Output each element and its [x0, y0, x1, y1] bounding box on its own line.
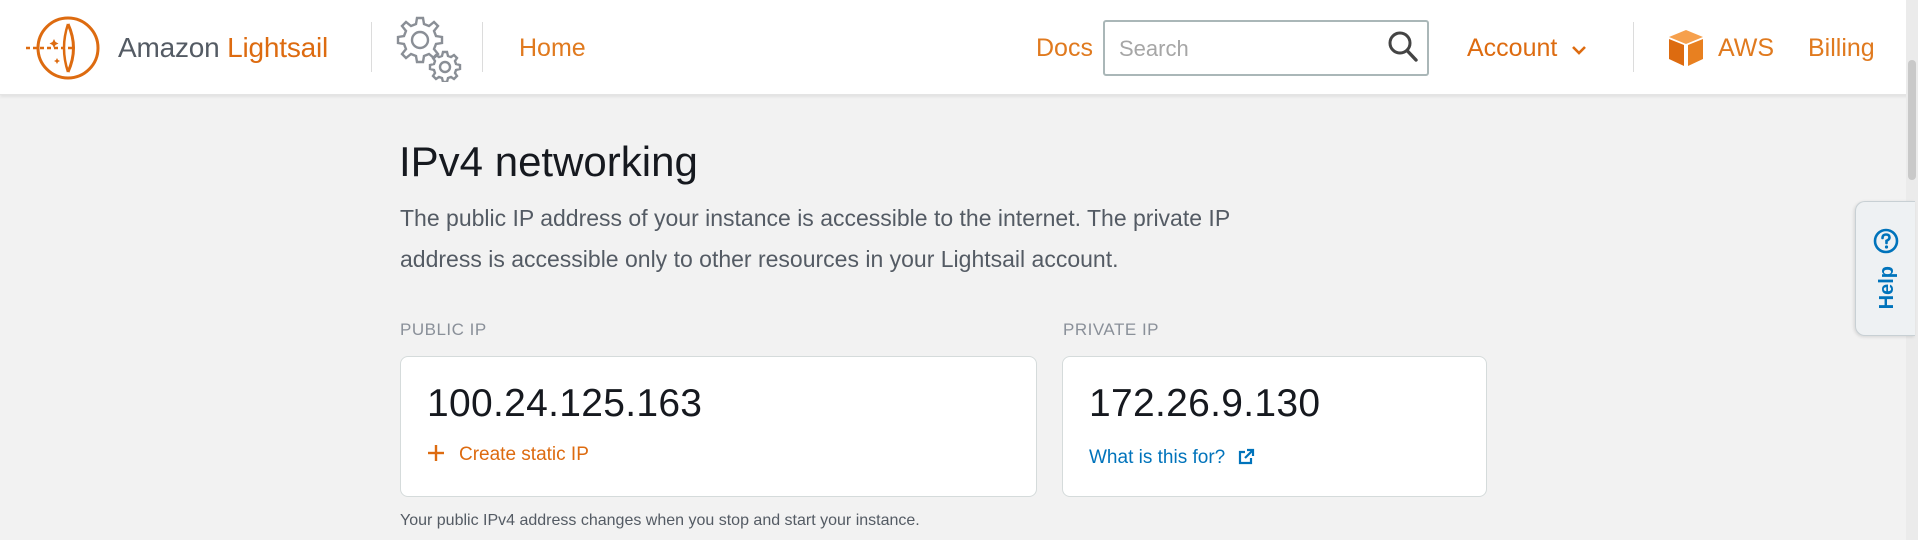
- page-title: IPv4 networking: [399, 138, 698, 185]
- public-ip-card: 100.24.125.163 Create static IP: [400, 356, 1037, 497]
- private-ip-address: 172.26.9.130: [1089, 382, 1321, 425]
- question-circle-icon: [1873, 228, 1899, 254]
- private-ip-label: PRIVATE IP: [1063, 320, 1160, 339]
- what-is-this-for-link[interactable]: What is this for?: [1089, 447, 1255, 469]
- aws-label: AWS: [1718, 34, 1775, 62]
- brand-product: Lightsail: [227, 32, 329, 63]
- scrollbar-thumb[interactable]: [1908, 60, 1916, 180]
- aws-console-link[interactable]: AWS: [1667, 28, 1782, 68]
- create-static-ip-label: Create static IP: [459, 444, 589, 465]
- plus-icon: [428, 445, 444, 461]
- nav-home-link[interactable]: Home: [519, 34, 586, 63]
- help-panel-tab[interactable]: Help: [1855, 201, 1915, 336]
- public-ip-address: 100.24.125.163: [427, 382, 703, 425]
- search-input[interactable]: [1117, 32, 1371, 66]
- nav-divider: [1633, 22, 1634, 72]
- brand-prefix: Amazon: [118, 32, 220, 63]
- lightsail-logo-icon[interactable]: [24, 13, 104, 83]
- top-nav-bar: Amazon Lightsail Home Docs Account: [0, 0, 1918, 95]
- nav-billing-link[interactable]: Billing: [1808, 34, 1875, 63]
- help-label: Help: [1876, 266, 1898, 310]
- create-static-ip-link[interactable]: Create static IP: [425, 443, 589, 466]
- nav-docs-link[interactable]: Docs: [1036, 34, 1093, 63]
- private-ip-card: 172.26.9.130 What is this for?: [1062, 356, 1487, 497]
- chevron-down-icon: [1572, 46, 1586, 55]
- what-is-this-for-label: What is this for?: [1089, 447, 1226, 468]
- nav-divider: [371, 22, 372, 72]
- public-ip-label: PUBLIC IP: [400, 320, 487, 339]
- public-ip-footnote: Your public IPv4 address changes when yo…: [400, 512, 920, 529]
- gear-icon[interactable]: [392, 12, 464, 82]
- search-box[interactable]: [1103, 20, 1429, 76]
- account-label: Account: [1467, 34, 1558, 62]
- section-description: The public IP address of your instance i…: [400, 205, 1230, 272]
- account-menu[interactable]: Account: [1467, 34, 1586, 63]
- aws-box-icon: [1669, 30, 1703, 66]
- brand-name[interactable]: Amazon Lightsail: [118, 32, 328, 64]
- search-icon[interactable]: [1387, 30, 1419, 64]
- external-link-icon: [1238, 448, 1254, 465]
- nav-divider: [482, 22, 483, 72]
